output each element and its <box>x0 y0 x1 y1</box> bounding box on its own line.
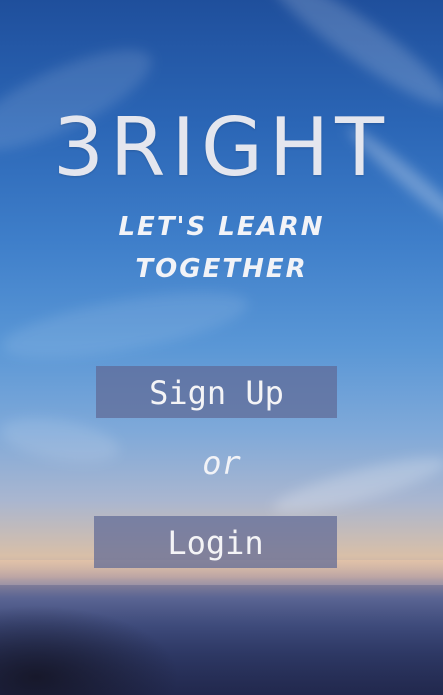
cloud-wisp <box>0 278 253 372</box>
app-logo-title: 3RIGHT <box>52 101 391 194</box>
or-separator: or <box>202 444 241 482</box>
login-button[interactable]: Login <box>94 516 337 568</box>
welcome-screen: 3RIGHT LET'S LEARN TOGETHER Sign Up or L… <box>0 0 443 695</box>
rocks-background <box>0 605 180 695</box>
tagline-line-1: LET'S LEARN <box>118 212 325 242</box>
tagline-line-2: TOGETHER <box>135 254 308 284</box>
sign-up-button[interactable]: Sign Up <box>96 366 337 418</box>
